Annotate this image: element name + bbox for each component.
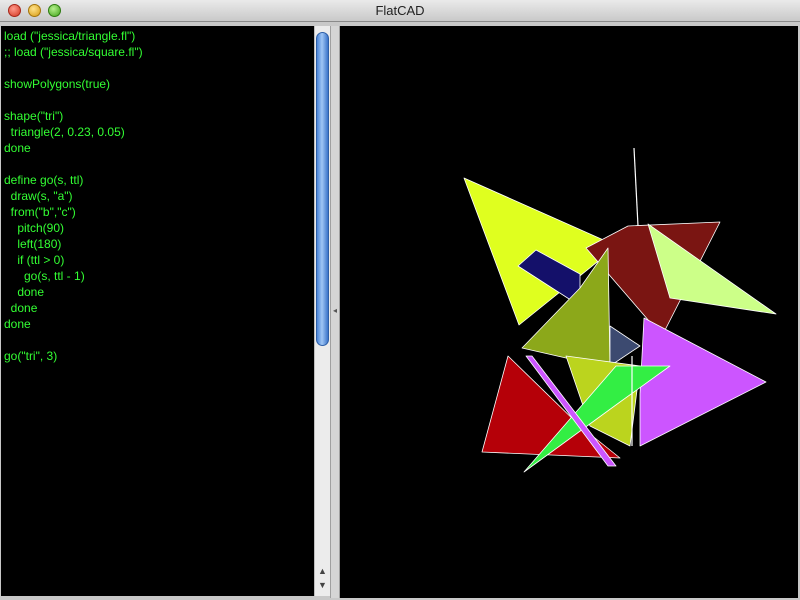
editor-vertical-scrollbar[interactable]: ▲ ▼ bbox=[314, 26, 330, 596]
code-line[interactable]: showPolygons(true) bbox=[4, 76, 314, 92]
render-canvas[interactable] bbox=[340, 26, 798, 598]
scrollbar-thumb[interactable] bbox=[316, 32, 329, 346]
code-line[interactable]: left(180) bbox=[4, 236, 314, 252]
code-line[interactable]: done bbox=[4, 284, 314, 300]
code-line[interactable]: done bbox=[4, 140, 314, 156]
code-line[interactable]: done bbox=[4, 316, 314, 332]
slate-triangle bbox=[609, 325, 641, 367]
scroll-down-arrow-icon[interactable]: ▼ bbox=[318, 580, 327, 590]
code-line[interactable]: go("tri", 3) bbox=[4, 348, 314, 364]
white-edge-line bbox=[633, 147, 639, 227]
code-line[interactable] bbox=[4, 156, 314, 172]
code-line[interactable]: draw(s, "a") bbox=[4, 188, 314, 204]
code-line[interactable] bbox=[4, 332, 314, 348]
code-line[interactable]: ;; load ("jessica/square.fl") bbox=[4, 44, 314, 60]
code-line[interactable]: load ("jessica/triangle.fl") bbox=[4, 28, 314, 44]
code-line[interactable]: from("b","c") bbox=[4, 204, 314, 220]
code-line[interactable]: triangle(2, 0.23, 0.05) bbox=[4, 124, 314, 140]
code-line[interactable]: pitch(90) bbox=[4, 220, 314, 236]
title-bar[interactable]: FlatCAD bbox=[0, 0, 800, 22]
code-text[interactable]: load ("jessica/triangle.fl");; load ("je… bbox=[1, 26, 314, 364]
scroll-up-arrow-icon[interactable]: ▲ bbox=[318, 566, 327, 576]
3d-viewport[interactable] bbox=[340, 26, 798, 598]
code-editor[interactable]: load ("jessica/triangle.fl");; load ("je… bbox=[1, 26, 314, 596]
code-line[interactable]: if (ttl > 0) bbox=[4, 252, 314, 268]
code-line[interactable]: shape("tri") bbox=[4, 108, 314, 124]
code-line[interactable] bbox=[4, 92, 314, 108]
code-line[interactable]: go(s, ttl - 1) bbox=[4, 268, 314, 284]
code-line[interactable]: done bbox=[4, 300, 314, 316]
violet-triangle bbox=[639, 317, 767, 447]
window-title: FlatCAD bbox=[375, 3, 425, 18]
split-pane-divider[interactable]: ◂ bbox=[330, 26, 340, 598]
code-line[interactable] bbox=[4, 60, 314, 76]
code-line[interactable]: define go(s, ttl) bbox=[4, 172, 314, 188]
splitter-grip-icon[interactable]: ◂ bbox=[333, 306, 337, 315]
